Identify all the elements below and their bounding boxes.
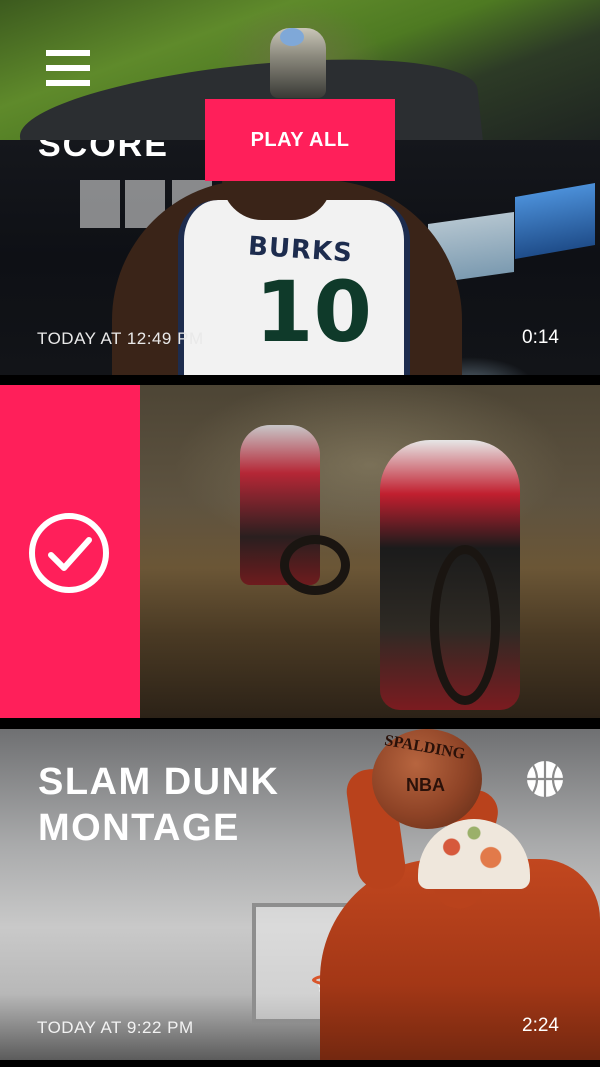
ball-logo: NBA: [406, 775, 445, 795]
video-duration: 2:24: [522, 1015, 559, 1036]
card-divider: [0, 1060, 600, 1067]
bike-wheel: [280, 535, 350, 595]
selection-panel[interactable]: [0, 385, 140, 718]
video-card-motocross[interactable]: [0, 385, 600, 718]
play-all-button[interactable]: PLAY ALL: [205, 99, 395, 181]
basketball-icon[interactable]: [525, 759, 565, 799]
arena-banner: [80, 180, 120, 228]
card-title: SCORE: [38, 140, 169, 164]
check-circle-icon: [29, 513, 109, 593]
jersey-number: 10: [255, 263, 372, 361]
floral-cap: [418, 819, 530, 889]
card-title: SLAM DUNK MONTAGE: [38, 761, 280, 849]
arena-scoreboard: [515, 182, 595, 260]
video-timestamp: TODAY AT 9:22 PM: [37, 1018, 194, 1037]
motocross-image: [140, 385, 600, 718]
video-card-slam-dunk[interactable]: SPALDING NBA SLAM DUNK MONTAGE TODAY AT …: [0, 729, 600, 1060]
bike-wheel: [430, 545, 500, 705]
skater-helmet: [280, 28, 304, 46]
hamburger-menu-icon[interactable]: [46, 50, 90, 86]
card-divider: [0, 375, 600, 385]
video-duration: 0:14: [522, 327, 559, 348]
card-divider: [0, 718, 600, 729]
video-timestamp: TODAY AT 12:49 PM: [37, 329, 204, 348]
